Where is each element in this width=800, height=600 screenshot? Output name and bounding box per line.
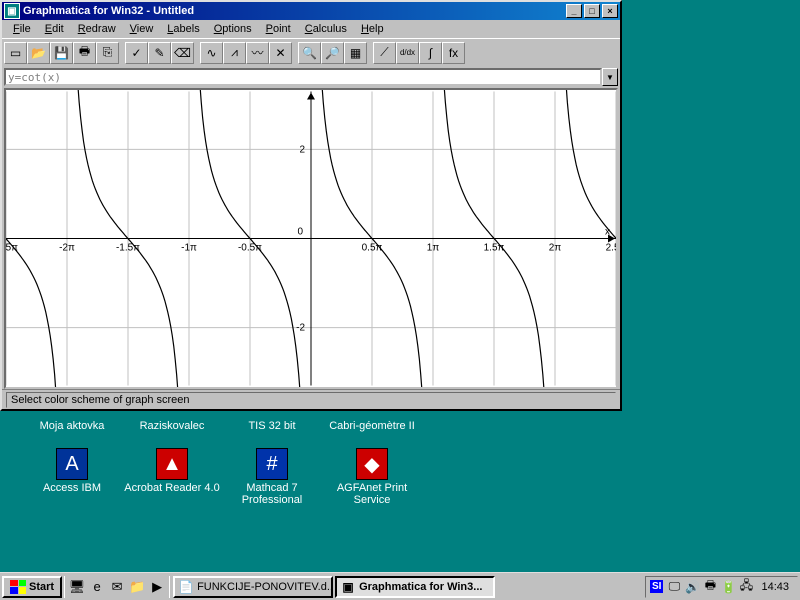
language-indicator[interactable]: SI — [650, 580, 663, 593]
save-icon[interactable]: 💾 — [50, 42, 73, 64]
window-title: Graphmatica for Win32 - Untitled — [23, 5, 564, 17]
desktop-icon[interactable]: 🖥 — [67, 577, 87, 597]
zoom-out-icon[interactable]: 🔎 — [321, 42, 344, 64]
desktop-label[interactable]: Raziskovalec — [122, 418, 222, 432]
pencil-icon[interactable]: ✎ — [148, 42, 171, 64]
formula-row: ▼ — [2, 66, 620, 88]
ie-icon[interactable]: e — [87, 577, 107, 597]
clock: 14:43 — [757, 581, 793, 593]
system-tray: SI 🖵🔊🖶🔋🖧 14:43 — [645, 576, 798, 598]
plot-icon[interactable]: ✓ — [125, 42, 148, 64]
svg-text:2: 2 — [299, 144, 305, 155]
volume-icon[interactable]: 🔊 — [684, 579, 700, 595]
curve3-icon[interactable]: 〰 — [246, 42, 269, 64]
menu-file[interactable]: File — [6, 22, 38, 36]
windows-logo-icon — [10, 580, 26, 594]
svg-text:1π: 1π — [427, 242, 440, 253]
tangent-icon[interactable]: ⟋ — [373, 42, 396, 64]
player-icon[interactable]: ▶ — [147, 577, 167, 597]
status-text: Select color scheme of graph screen — [6, 392, 616, 408]
menu-labels[interactable]: Labels — [160, 22, 206, 36]
plot-svg: -2.5π-2π-1.5π-1π-0.5π0.5π1π1.5π2π2.5π-20… — [6, 90, 616, 387]
taskbar: Start 🖥e✉📁▶ 📄FUNKCIJE-PONOVITEV.d...▣Gra… — [0, 572, 800, 600]
desktop-icon[interactable]: AAccess IBM — [22, 448, 122, 506]
svg-text:-1π: -1π — [181, 242, 197, 253]
close-button[interactable]: × — [602, 4, 618, 18]
desktop-icons-row: AAccess IBM▲Acrobat Reader 4.0#Mathcad 7… — [22, 448, 422, 506]
battery-icon[interactable]: 🔋 — [720, 579, 736, 595]
svg-text:2π: 2π — [549, 242, 562, 253]
svg-text:2.5π: 2.5π — [606, 242, 616, 253]
svg-text:1.5π: 1.5π — [484, 242, 505, 253]
outlook-icon[interactable]: ✉ — [107, 577, 127, 597]
print-icon[interactable]: 🖶 — [702, 579, 718, 595]
derivative-icon[interactable]: d/dx — [396, 42, 419, 64]
fx-icon[interactable]: fx — [442, 42, 465, 64]
desktop-labels-row: Moja aktovkaRaziskovalecTIS 32 bitCabri-… — [22, 418, 422, 432]
svg-text:-2π: -2π — [59, 242, 75, 253]
display-icon[interactable]: 🖵 — [666, 579, 682, 595]
minimize-button[interactable]: _ — [566, 4, 582, 18]
integral-icon[interactable]: ∫ — [419, 42, 442, 64]
maximize-button[interactable]: □ — [584, 4, 600, 18]
task-buttons: 📄FUNKCIJE-PONOVITEV.d...▣Graphmatica for… — [172, 576, 645, 598]
menu-redraw[interactable]: Redraw — [71, 22, 123, 36]
separator — [64, 576, 65, 598]
quicklaunch: 🖥e✉📁▶ — [67, 577, 167, 597]
desktop-label[interactable]: TIS 32 bit — [222, 418, 322, 432]
svg-text:0: 0 — [297, 227, 303, 238]
menu-options[interactable]: Options — [207, 22, 259, 36]
curve2-icon[interactable]: ⩘ — [223, 42, 246, 64]
app-icon: ▣ — [4, 3, 20, 19]
desktop-label[interactable]: Cabri-géomètre II — [322, 418, 422, 432]
grid-icon[interactable]: ▦ — [344, 42, 367, 64]
task-button[interactable]: 📄FUNKCIJE-PONOVITEV.d... — [173, 576, 333, 598]
curve1-icon[interactable]: ∿ — [200, 42, 223, 64]
menu-view[interactable]: View — [123, 22, 161, 36]
toolbar: ▭📂💾🖶⎘ ✓✎⌫ ∿⩘〰✕ 🔍🔎▦ ⟋d/dx∫fx — [2, 38, 620, 66]
desktop-label[interactable]: Moja aktovka — [22, 418, 122, 432]
start-button[interactable]: Start — [2, 576, 62, 598]
network-icon[interactable]: 🖧 — [738, 579, 754, 595]
svg-text:-2.5π: -2.5π — [6, 242, 18, 253]
open-icon[interactable]: 📂 — [27, 42, 50, 64]
desktop-icon[interactable]: ◆AGFAnet Print Service — [322, 448, 422, 506]
titlebar[interactable]: ▣ Graphmatica for Win32 - Untitled _ □ × — [2, 2, 620, 20]
formula-input[interactable] — [4, 68, 602, 86]
separator — [169, 576, 170, 598]
copy-icon[interactable]: ⎘ — [96, 42, 119, 64]
menubar: FileEditRedrawViewLabelsOptionsPointCalc… — [2, 20, 620, 38]
menu-edit[interactable]: Edit — [38, 22, 71, 36]
svg-text:-2: -2 — [296, 323, 305, 334]
desktop-icon[interactable]: #Mathcad 7 Professional — [222, 448, 322, 506]
explorer-icon[interactable]: 📁 — [127, 577, 147, 597]
clear-icon[interactable]: ✕ — [269, 42, 292, 64]
print-icon[interactable]: 🖶 — [73, 42, 96, 64]
menu-help[interactable]: Help — [354, 22, 391, 36]
graphmatica-window: ▣ Graphmatica for Win32 - Untitled _ □ ×… — [0, 0, 622, 411]
menu-point[interactable]: Point — [259, 22, 298, 36]
formula-dropdown-button[interactable]: ▼ — [602, 68, 618, 86]
start-label: Start — [29, 581, 54, 593]
zoom-in-icon[interactable]: 🔍 — [298, 42, 321, 64]
new-icon[interactable]: ▭ — [4, 42, 27, 64]
task-button[interactable]: ▣Graphmatica for Win3... — [335, 576, 495, 598]
menu-calculus[interactable]: Calculus — [298, 22, 354, 36]
graph-area[interactable]: -2.5π-2π-1.5π-1π-0.5π0.5π1π1.5π2π2.5π-20… — [4, 88, 618, 389]
eraser-icon[interactable]: ⌫ — [171, 42, 194, 64]
desktop-icon[interactable]: ▲Acrobat Reader 4.0 — [122, 448, 222, 506]
statusbar: Select color scheme of graph screen — [2, 389, 620, 409]
